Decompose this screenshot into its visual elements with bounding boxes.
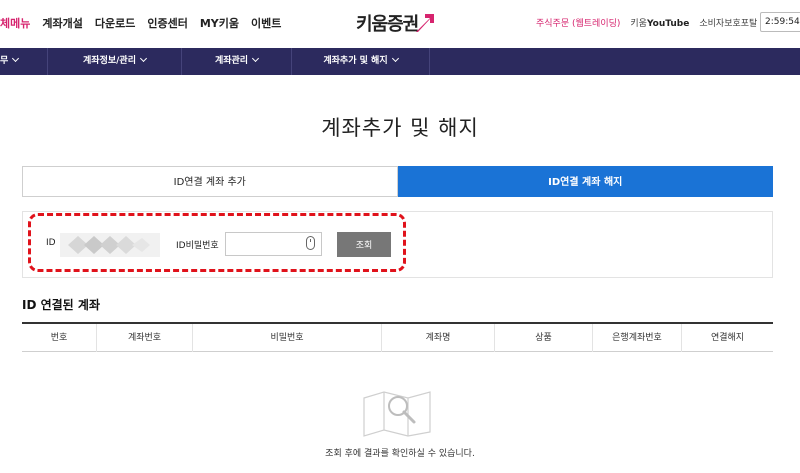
top-nav-all-menu[interactable]: 체메뉴 bbox=[0, 15, 30, 31]
redaction-blur bbox=[60, 233, 160, 257]
top-nav-account-open[interactable]: 계좌개설 bbox=[42, 15, 82, 31]
column-header-no: 번호 bbox=[22, 324, 97, 352]
chevron-down-icon bbox=[252, 54, 260, 63]
chevron-down-icon bbox=[391, 54, 399, 63]
accounts-table-header: 번호 계좌번호 비밀번호 계좌명 상품 은행계좌번호 연결해지 bbox=[22, 322, 773, 352]
chevron-down-icon bbox=[139, 54, 148, 63]
column-header-product: 상품 bbox=[495, 324, 593, 352]
tab-remove-id-account[interactable]: ID연결 계좌 해지 bbox=[397, 166, 773, 197]
logo-text: 키움증권 bbox=[356, 14, 419, 35]
top-links: 주식주문 (웹트레이딩) 키움YouTube 소비자보호포탈 bbox=[536, 16, 767, 29]
id-value-redacted bbox=[60, 233, 160, 257]
nav-item-account-manage[interactable]: 계좌관리 bbox=[182, 48, 292, 75]
nav-item-label: 계좌추가 및 해지 bbox=[323, 56, 388, 66]
page-title: 계좌추가 및 해지 bbox=[321, 116, 479, 140]
search-button[interactable]: 조회 bbox=[337, 232, 391, 257]
top-nav-cert-center[interactable]: 인증센터 bbox=[147, 15, 187, 31]
top-nav-download[interactable]: 다운로드 bbox=[95, 15, 135, 31]
kiwoom-logo[interactable]: 키움증권 bbox=[356, 8, 438, 38]
map-search-icon bbox=[363, 391, 431, 437]
youtube-link[interactable]: 키움YouTube bbox=[630, 16, 689, 29]
id-label: ID bbox=[46, 238, 56, 248]
main-navbar: 무 계좌정보/관리 계좌관리 계좌추가 및 해지 bbox=[0, 48, 800, 75]
stock-order-link[interactable]: 주식주문 (웹트레이딩) bbox=[536, 16, 620, 29]
top-nav-event[interactable]: 이벤트 bbox=[251, 15, 281, 31]
id-password-label: ID비밀번호 bbox=[176, 241, 219, 251]
nav-item-account-add-remove[interactable]: 계좌추가 및 해지 bbox=[292, 48, 430, 75]
tab-bar: ID연결 계좌 추가 ID연결 계좌 해지 bbox=[22, 166, 773, 197]
column-header-unlink: 연결해지 bbox=[710, 333, 745, 343]
column-header-bank-account: 은행계좌번호 bbox=[593, 324, 682, 352]
column-header-account-no: 계좌번호 bbox=[97, 324, 193, 352]
consumer-protection-link[interactable]: 소비자보호포탈 bbox=[699, 16, 757, 29]
top-header: 체메뉴 계좌개설 다운로드 인증센터 MY키움 이벤트 키움증권 주식주문 (웹… bbox=[0, 0, 800, 46]
youtube-label: YouTube bbox=[646, 19, 690, 29]
top-nav: 체메뉴 계좌개설 다운로드 인증센터 MY키움 이벤트 bbox=[0, 15, 293, 31]
chevron-down-icon bbox=[12, 54, 20, 63]
tab-add-id-account[interactable]: ID연결 계좌 추가 bbox=[22, 166, 398, 197]
nav-item-account-info[interactable]: 계좌정보/관리 bbox=[48, 48, 182, 75]
session-clock[interactable]: 2:59:54 언 bbox=[760, 12, 800, 32]
virtual-keyboard-mouse-icon[interactable] bbox=[306, 236, 315, 250]
nav-item-label: 계좌관리 bbox=[214, 56, 249, 66]
youtube-prefix: 키움 bbox=[630, 19, 647, 29]
nav-item-label: 계좌정보/관리 bbox=[83, 56, 136, 66]
nav-item-business[interactable]: 무 bbox=[0, 48, 48, 75]
column-header-password: 비밀번호 bbox=[193, 324, 382, 352]
empty-state-message: 조회 후에 결과를 확인하실 수 있습니다. bbox=[325, 449, 475, 459]
nav-item-label: 무 bbox=[0, 56, 9, 66]
top-nav-my-kiwoom[interactable]: MY키움 bbox=[200, 15, 239, 31]
logo-arrow-icon bbox=[416, 14, 435, 32]
column-header-account-name: 계좌명 bbox=[382, 324, 495, 352]
section-title: ID 연결된 계좌 bbox=[22, 298, 100, 312]
